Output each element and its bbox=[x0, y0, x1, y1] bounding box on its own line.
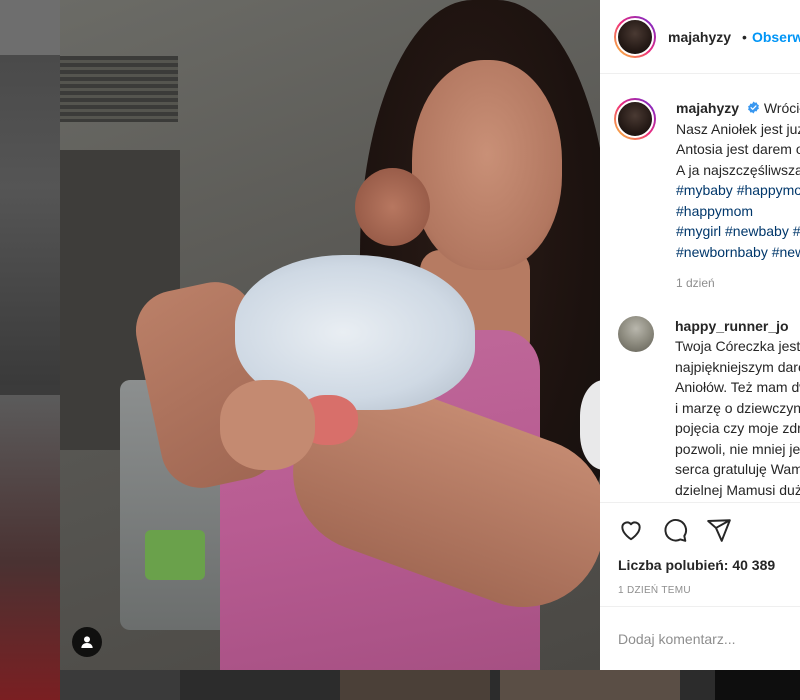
share-icon[interactable] bbox=[706, 517, 732, 543]
separator-dot: • bbox=[742, 28, 747, 45]
comment-text: Aniołów. Też mam dwóch synów bbox=[675, 379, 800, 395]
background-image-tile bbox=[60, 670, 180, 700]
caption-text: Antosia jest darem od Boga. bbox=[676, 141, 800, 157]
post-side-panel: majahyzy • Obserwuj majahyzy Wróciłyśmy … bbox=[600, 0, 800, 670]
photo-detail bbox=[60, 56, 178, 122]
likes-label: Liczba polubień: bbox=[618, 557, 729, 573]
comment-text: pojęcia czy moje zdrowie mi bbox=[675, 420, 800, 436]
commenter-avatar[interactable] bbox=[618, 315, 654, 352]
comment-text: najpiękniejszym darem od Boga bbox=[675, 358, 800, 375]
caption-username[interactable]: majahyzy bbox=[676, 100, 739, 116]
comment-text: pozwoli, nie mniej jednak z całego bbox=[675, 440, 800, 457]
add-comment-bar bbox=[600, 606, 800, 670]
background-image-tile bbox=[0, 55, 60, 385]
background-post-bottom bbox=[60, 670, 800, 700]
comment-item: happy_runner_jo Twoja Córeczka jest prze… bbox=[600, 294, 800, 501]
photo-detail bbox=[220, 380, 315, 470]
comment-text: serca gratuluję Wam i życzę bbox=[675, 461, 800, 477]
photo-detail bbox=[355, 168, 430, 246]
comment-icon[interactable] bbox=[662, 517, 688, 543]
commenter-username[interactable]: happy_runner_jo bbox=[675, 318, 789, 334]
likes-number: 40 389 bbox=[732, 557, 776, 573]
action-bar bbox=[600, 503, 800, 543]
tagged-users-button[interactable] bbox=[72, 627, 102, 657]
comment-text: i marzę o dziewczynce, nie mam bbox=[675, 399, 800, 416]
add-comment-input[interactable] bbox=[618, 630, 798, 647]
caption-text: Nasz Aniołek jest już z nami w domu! bbox=[676, 120, 800, 137]
heart-icon[interactable] bbox=[618, 517, 644, 543]
background-image-tile bbox=[0, 395, 60, 700]
photo-detail bbox=[412, 60, 562, 270]
caption-hashtags[interactable]: #happymom bbox=[676, 201, 800, 222]
post-header: majahyzy • Obserwuj bbox=[600, 0, 800, 74]
verified-badge-icon bbox=[748, 101, 759, 114]
post-caption: majahyzy Wróciłyśmy do domu! Nasz Aniołe… bbox=[600, 74, 800, 294]
post-photo[interactable] bbox=[60, 0, 600, 670]
post-timestamp[interactable]: 1 DZIEŃ TEMU bbox=[600, 573, 800, 596]
comment-text: Twoja Córeczka jest przepiękna bbox=[675, 338, 800, 354]
caption-hashtags[interactable]: #mybaby #happymom #love bbox=[676, 180, 800, 201]
background-image-tile bbox=[340, 670, 490, 700]
author-avatar[interactable] bbox=[614, 98, 656, 140]
background-post-left bbox=[0, 0, 60, 700]
follow-button[interactable]: Obserwuj bbox=[752, 29, 800, 45]
comments-list[interactable]: majahyzy Wróciłyśmy do domu! Nasz Aniołe… bbox=[600, 74, 800, 502]
likes-count[interactable]: Liczba polubień: 40 389 bbox=[600, 543, 800, 573]
caption-hashtags[interactable]: #mygirl #newbaby #mommy bbox=[676, 221, 800, 242]
caption-timestamp[interactable]: 1 dzień bbox=[676, 273, 800, 294]
author-username[interactable]: majahyzy bbox=[668, 29, 731, 45]
background-image-tile bbox=[0, 0, 60, 55]
comment-text: dzielnej Mamusi dużo zdrowia bbox=[675, 481, 800, 498]
caption-text: A ja najszczęśliwszą mamą na świecie bbox=[676, 161, 800, 178]
author-avatar[interactable] bbox=[614, 15, 656, 58]
background-image-tile bbox=[500, 670, 680, 700]
caption-text: Wróciłyśmy do domu! bbox=[763, 100, 800, 116]
photo-detail bbox=[145, 530, 205, 580]
caption-hashtags[interactable]: #newbornbaby #newborn bbox=[676, 242, 800, 263]
background-image-tile bbox=[715, 670, 800, 700]
user-icon bbox=[81, 636, 93, 648]
